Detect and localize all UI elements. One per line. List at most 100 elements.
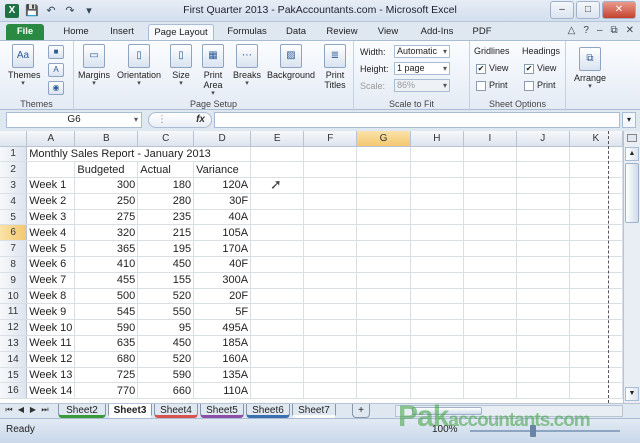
cell[interactable] [463, 319, 517, 337]
cell[interactable]: Week 13 [26, 367, 76, 384]
workbook-minimize-icon[interactable]: – [597, 25, 603, 36]
cell[interactable] [356, 367, 411, 384]
cell[interactable] [569, 240, 623, 258]
cell[interactable]: 500 [74, 288, 139, 305]
scale-spinner[interactable]: 86% [394, 79, 450, 92]
cell[interactable] [356, 161, 411, 179]
cell[interactable] [303, 303, 358, 321]
row-header[interactable]: 2 [0, 161, 28, 179]
sheet-tab[interactable]: Sheet4 [154, 404, 198, 418]
expand-formula-bar-icon[interactable]: ▾ [622, 112, 636, 128]
cell[interactable] [516, 193, 570, 210]
cell[interactable] [356, 272, 411, 289]
cell[interactable] [250, 351, 305, 368]
cell[interactable] [516, 256, 570, 273]
tab-data[interactable]: Data [278, 24, 314, 40]
insert-sheet-icon[interactable]: + [352, 404, 370, 418]
cell[interactable] [410, 303, 464, 321]
column-header[interactable]: F [303, 131, 358, 147]
cell[interactable] [516, 240, 570, 258]
cell[interactable]: 520 [137, 351, 195, 368]
arrange-button[interactable]: ⧉ Arrange ▾ [570, 47, 610, 90]
cell[interactable] [250, 319, 305, 337]
cell[interactable] [410, 288, 464, 305]
cell[interactable] [410, 272, 464, 289]
sheet-tab[interactable]: Sheet5 [200, 404, 244, 418]
workbook-close-icon[interactable]: ✕ [626, 25, 634, 36]
cell[interactable] [250, 272, 305, 289]
cell[interactable] [356, 351, 411, 368]
cell[interactable]: 365 [74, 240, 139, 258]
select-all-corner[interactable] [0, 131, 28, 147]
cell[interactable] [463, 288, 517, 305]
row-header[interactable]: 15 [0, 367, 28, 384]
cell[interactable]: 215 [137, 224, 195, 242]
cell[interactable] [356, 288, 411, 305]
margins-button[interactable]: ▭ Margins ▾ [76, 44, 112, 87]
cell[interactable]: 250 [74, 193, 139, 210]
cell[interactable] [569, 177, 623, 194]
themes-button[interactable]: Aa Themes ▾ [8, 44, 41, 87]
column-header[interactable]: D [193, 131, 252, 147]
cell[interactable] [516, 161, 570, 179]
cell[interactable] [356, 193, 411, 210]
sheet-tab[interactable]: Sheet2 [58, 404, 106, 418]
cell[interactable] [250, 256, 305, 273]
cell[interactable] [516, 303, 570, 321]
cell[interactable] [303, 161, 358, 179]
cell[interactable] [569, 335, 623, 352]
scroll-up-icon[interactable]: ▲ [625, 147, 639, 161]
row-header[interactable]: 7 [0, 240, 28, 258]
cell[interactable]: Week 5 [26, 240, 76, 258]
cell[interactable] [356, 224, 411, 242]
cell[interactable] [516, 335, 570, 352]
cell[interactable] [410, 367, 464, 384]
formula-input[interactable] [214, 112, 620, 128]
cell[interactable] [410, 177, 464, 194]
cell[interactable] [516, 224, 570, 242]
minimize-ribbon-icon[interactable]: △ [568, 25, 576, 36]
cell[interactable] [250, 367, 305, 384]
tab-insert[interactable]: Insert [102, 24, 142, 40]
cell[interactable]: 195 [137, 240, 195, 258]
cell[interactable] [410, 319, 464, 337]
cell[interactable]: 275 [74, 209, 139, 226]
cell[interactable] [569, 161, 623, 179]
orientation-button[interactable]: ▯ Orientation ▾ [114, 44, 164, 87]
tab-home[interactable]: Home [56, 24, 96, 40]
sheet-tab[interactable]: Sheet3 [108, 404, 152, 418]
cell[interactable]: 180 [137, 177, 195, 194]
insert-function-icon[interactable]: fx [196, 113, 205, 127]
cell[interactable]: 410 [74, 256, 139, 273]
prev-sheet-icon[interactable]: ◀ [16, 405, 26, 415]
cell[interactable] [516, 351, 570, 368]
column-header[interactable]: E [250, 131, 305, 147]
name-box[interactable]: G6 [6, 112, 142, 128]
background-button[interactable]: ▨ Background [264, 44, 318, 80]
cell[interactable]: 110A [193, 382, 252, 400]
cell[interactable] [569, 367, 623, 384]
cell[interactable] [303, 319, 358, 337]
cell[interactable] [569, 146, 623, 163]
row-header[interactable]: 11 [0, 303, 28, 321]
cell[interactable] [463, 240, 517, 258]
cell[interactable] [303, 146, 358, 163]
tab-view[interactable]: View [370, 24, 406, 40]
tab-file[interactable]: File [6, 24, 44, 40]
print-titles-button[interactable]: ≣ Print Titles [320, 44, 350, 90]
cell[interactable] [303, 335, 358, 352]
cell[interactable] [569, 209, 623, 226]
row-header[interactable]: 9 [0, 272, 28, 289]
tab-page-layout[interactable]: Page Layout [148, 24, 214, 40]
cell[interactable] [516, 272, 570, 289]
print-area-button[interactable]: ▦ Print Area ▾ [198, 44, 228, 97]
cell[interactable] [463, 382, 517, 400]
cell[interactable] [356, 177, 411, 194]
cell[interactable]: 545 [74, 303, 139, 321]
headings-print-checkbox[interactable]: Print [524, 80, 556, 91]
minimize-button[interactable]: – [550, 1, 574, 19]
cell[interactable]: 300 [74, 177, 139, 194]
cell[interactable]: 170A [193, 240, 252, 258]
cell[interactable] [303, 367, 358, 384]
cell[interactable]: 95 [137, 319, 195, 337]
